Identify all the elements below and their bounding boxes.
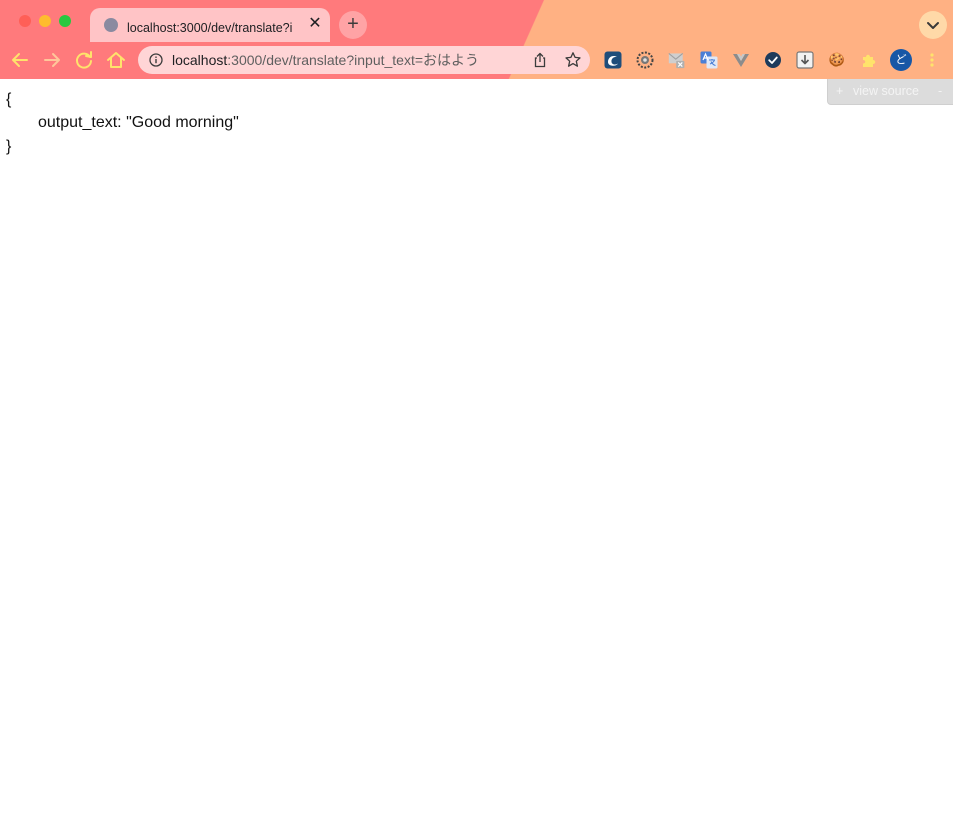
address-bar[interactable]: localhost:3000/dev/translate?input_text=… <box>138 46 590 74</box>
expand-icon[interactable]: + <box>836 79 843 103</box>
profile-avatar[interactable]: ど <box>890 49 912 71</box>
home-icon[interactable] <box>105 49 127 71</box>
more-menu-icon[interactable] <box>925 51 939 69</box>
download-extension-icon[interactable] <box>796 51 814 69</box>
json-open-brace: { <box>6 91 12 108</box>
tab-search-button[interactable] <box>919 11 947 39</box>
bookmark-star-icon[interactable] <box>564 51 582 69</box>
globe-icon <box>104 18 118 32</box>
json-close-brace: } <box>6 138 12 155</box>
tab-title: localhost:3000/dev/translate?input_text=… <box>127 21 293 33</box>
gear-extension-icon[interactable] <box>636 51 654 69</box>
url-text[interactable]: localhost:3000/dev/translate?input_text=… <box>172 51 479 69</box>
translate-extension-icon[interactable] <box>700 51 718 69</box>
puzzle-extensions-icon[interactable] <box>860 51 878 69</box>
url-host: localhost <box>172 52 228 68</box>
browser-toolbar: localhost:3000/dev/translate?input_text=… <box>0 0 953 79</box>
window-maximize-button[interactable] <box>59 15 71 27</box>
json-separator: : <box>117 114 127 131</box>
info-icon[interactable] <box>149 53 163 67</box>
cookie-extension-icon[interactable]: 🍪 <box>828 51 846 69</box>
window-minimize-button[interactable] <box>39 15 51 27</box>
collapse-icon[interactable]: - <box>938 79 942 103</box>
json-value: "Good morning" <box>126 114 239 131</box>
view-source-label[interactable]: view source <box>853 79 919 103</box>
edge-extension-icon[interactable] <box>604 51 622 69</box>
view-source-toggle[interactable]: + view source - <box>827 79 953 105</box>
share-icon[interactable] <box>532 52 548 68</box>
back-arrow-icon[interactable] <box>9 49 31 71</box>
tab-active[interactable]: localhost:3000/dev/translate?input_text=… <box>90 8 330 42</box>
vue-devtools-icon[interactable] <box>732 51 750 69</box>
url-path: :3000/dev/translate?input_text=おはよう <box>227 52 480 68</box>
json-property-row: output_text: "Good morning" <box>38 113 239 133</box>
check-extension-icon[interactable] <box>764 51 782 69</box>
tab-close-icon[interactable]: ✕ <box>306 14 324 34</box>
window-close-button[interactable] <box>19 15 31 27</box>
reload-icon[interactable] <box>73 49 95 71</box>
chevron-down-icon <box>927 22 939 29</box>
mail-extension-icon[interactable] <box>668 51 686 69</box>
new-tab-button[interactable]: + <box>339 11 367 39</box>
json-key: output_text <box>38 114 118 131</box>
forward-arrow-icon[interactable] <box>41 49 63 71</box>
